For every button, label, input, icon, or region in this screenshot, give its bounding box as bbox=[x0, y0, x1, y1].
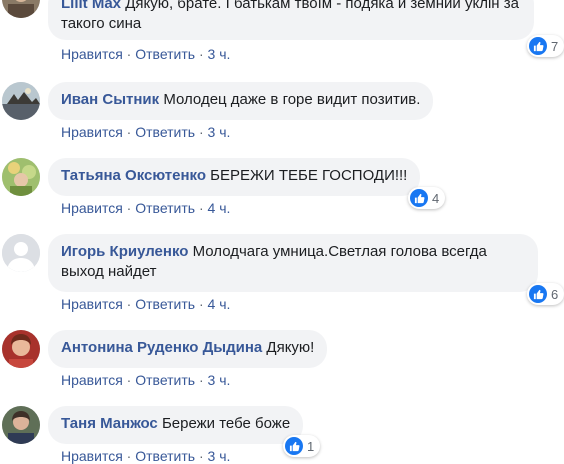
avatar[interactable] bbox=[2, 158, 40, 196]
comment-author[interactable]: Lilit Max bbox=[61, 0, 121, 12]
separator-dot: · bbox=[198, 372, 208, 388]
comment-text: БЕРЕЖИ ТЕБЕ ГОСПОДИ!!! bbox=[210, 167, 408, 184]
reaction-count[interactable]: 7 bbox=[527, 35, 564, 57]
like-link[interactable]: Нравится bbox=[61, 448, 123, 464]
comment-bubble: Игорь Криуленко Молодчага умница.Светлая… bbox=[48, 234, 538, 292]
comment-text: Дякую, брате. І батькам твоїм - подяка и… bbox=[61, 0, 519, 32]
separator-dot: · bbox=[198, 200, 208, 216]
comment-bubble: Антонина Руденко Дыдина Дякую! bbox=[48, 330, 328, 368]
separator-dot: · bbox=[126, 46, 136, 62]
reply-link[interactable]: Ответить bbox=[135, 200, 195, 216]
comment-bubble: Иван Сытник Молодец даже в горе видит по… bbox=[48, 82, 434, 120]
reply-link[interactable]: Ответить bbox=[135, 372, 195, 388]
comment-text: Дякую! bbox=[266, 339, 315, 356]
comment-actions: Нравится · Ответить · 4 ч. bbox=[61, 296, 230, 312]
comment-author[interactable]: Таня Манжос bbox=[61, 415, 158, 432]
reaction-count[interactable]: 6 bbox=[527, 283, 564, 305]
timestamp[interactable]: 3 ч. bbox=[208, 372, 231, 388]
separator-dot: · bbox=[126, 200, 136, 216]
comment-actions: Нравится · Ответить · 3 ч. bbox=[61, 124, 230, 140]
avatar[interactable] bbox=[2, 330, 40, 368]
avatar[interactable] bbox=[2, 406, 40, 444]
reaction-number: 6 bbox=[551, 286, 559, 302]
timestamp[interactable]: 3 ч. bbox=[208, 448, 231, 464]
avatar[interactable] bbox=[2, 82, 40, 120]
avatar-photo-icon bbox=[2, 82, 40, 120]
like-link[interactable]: Нравится bbox=[61, 200, 123, 216]
reply-link[interactable]: Ответить bbox=[135, 296, 195, 312]
comment-actions: Нравится · Ответить · 3 ч. bbox=[61, 448, 230, 464]
like-icon bbox=[529, 37, 547, 55]
reaction-number: 4 bbox=[432, 190, 440, 206]
timestamp[interactable]: 3 ч. bbox=[208, 124, 231, 140]
like-link[interactable]: Нравится bbox=[61, 296, 123, 312]
avatar-photo-icon bbox=[2, 330, 40, 368]
avatar-photo-icon bbox=[2, 0, 40, 18]
avatar[interactable] bbox=[2, 0, 40, 18]
comment-bubble: Таня Манжос Бережи тебе боже bbox=[48, 406, 304, 444]
timestamp[interactable]: 4 ч. bbox=[208, 200, 231, 216]
like-icon bbox=[410, 189, 428, 207]
avatar-photo-icon bbox=[2, 158, 40, 196]
like-link[interactable]: Нравится bbox=[61, 46, 123, 62]
reply-link[interactable]: Ответить bbox=[135, 46, 195, 62]
default-avatar-icon bbox=[2, 234, 40, 272]
comment-bubble: Татьяна Оксютенко БЕРЕЖИ ТЕБЕ ГОСПОДИ!!! bbox=[48, 158, 421, 196]
comment-actions: Нравится · Ответить · 3 ч. bbox=[61, 372, 230, 388]
like-icon bbox=[285, 437, 303, 455]
comment-author[interactable]: Антонина Руденко Дыдина bbox=[61, 339, 262, 356]
comment-author[interactable]: Татьяна Оксютенко bbox=[61, 167, 206, 184]
comment-bubble: Lilit Max Дякую, брате. І батькам твоїм … bbox=[48, 0, 534, 40]
like-link[interactable]: Нравится bbox=[61, 124, 123, 140]
separator-dot: · bbox=[126, 124, 136, 140]
comment-author[interactable]: Иван Сытник bbox=[61, 91, 159, 108]
comment-actions: Нравится · Ответить · 3 ч. bbox=[61, 46, 230, 62]
separator-dot: · bbox=[198, 124, 208, 140]
timestamp[interactable]: 3 ч. bbox=[208, 46, 231, 62]
comment-text: Молодец даже в горе видит позитив. bbox=[163, 91, 421, 108]
like-link[interactable]: Нравится bbox=[61, 372, 123, 388]
reply-link[interactable]: Ответить bbox=[135, 448, 195, 464]
separator-dot: · bbox=[126, 372, 136, 388]
separator-dot: · bbox=[126, 448, 136, 464]
reaction-count[interactable]: 1 bbox=[283, 435, 321, 457]
comment-text: Бережи тебе боже bbox=[161, 415, 291, 432]
avatar[interactable] bbox=[2, 234, 40, 272]
reaction-number: 7 bbox=[551, 38, 559, 54]
separator-dot: · bbox=[198, 46, 208, 62]
separator-dot: · bbox=[198, 296, 208, 312]
separator-dot: · bbox=[198, 448, 208, 464]
reply-link[interactable]: Ответить bbox=[135, 124, 195, 140]
timestamp[interactable]: 4 ч. bbox=[208, 296, 231, 312]
reaction-number: 1 bbox=[307, 438, 315, 454]
avatar-photo-icon bbox=[2, 406, 40, 444]
comment-author[interactable]: Игорь Криуленко bbox=[61, 243, 188, 260]
reaction-count[interactable]: 4 bbox=[408, 187, 446, 209]
like-icon bbox=[529, 285, 547, 303]
separator-dot: · bbox=[126, 296, 136, 312]
comment-actions: Нравится · Ответить · 4 ч. bbox=[61, 200, 230, 216]
